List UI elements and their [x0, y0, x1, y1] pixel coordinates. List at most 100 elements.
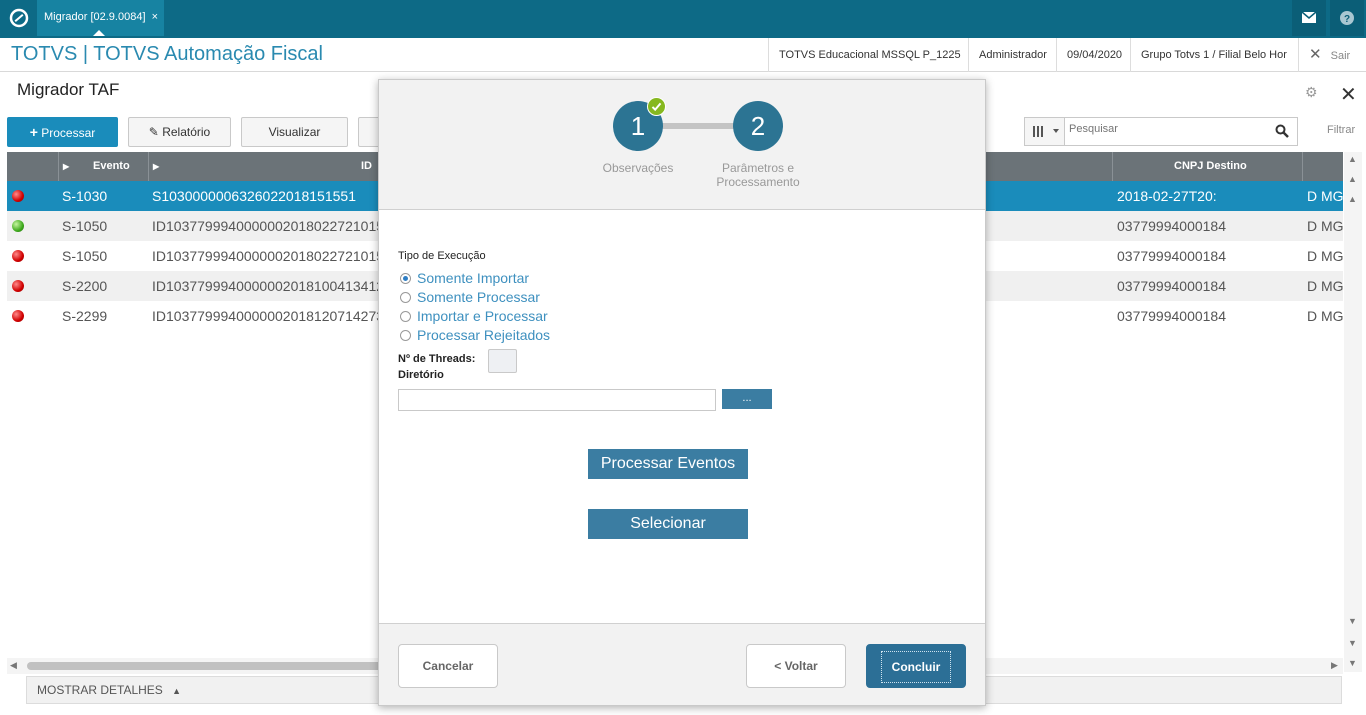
search-input[interactable]: [1069, 123, 1269, 135]
company-info: Grupo Totvs 1 / Filial Belo Hor: [1130, 38, 1297, 72]
search-icon[interactable]: [1275, 124, 1289, 138]
scroll-page-up-icon[interactable]: ▲: [1348, 174, 1357, 184]
svg-text:?: ?: [1344, 14, 1350, 25]
step-2-label-line2: Processamento: [716, 175, 800, 189]
status-red-icon: [12, 250, 24, 262]
app-header: TOTVS | TOTVS Automação Fiscal TOTVS Edu…: [0, 36, 1366, 72]
cell-evento: S-2299: [62, 308, 108, 324]
directory-input[interactable]: [398, 389, 716, 411]
top-tab-bar: Migrador [02.9.0084] × ?: [0, 0, 1366, 36]
status-red-icon: [12, 280, 24, 292]
relatorio-button[interactable]: ✎ Relatório: [128, 117, 231, 147]
column-header-evento[interactable]: ▶ Evento: [59, 152, 149, 181]
show-details-label: MOSTRAR DETALHES: [37, 683, 163, 697]
search-box: [1024, 117, 1298, 146]
help-button[interactable]: ?: [1330, 0, 1364, 36]
sort-arrow-icon: ▶: [63, 162, 70, 171]
cancel-button[interactable]: Cancelar: [398, 644, 498, 688]
totvs-logo-icon[interactable]: [8, 7, 30, 29]
check-icon: [647, 97, 666, 116]
column-label-evento: Evento: [93, 160, 130, 172]
app-title: TOTVS | TOTVS Automação Fiscal: [11, 43, 323, 65]
back-button[interactable]: < Voltar: [746, 644, 846, 688]
column-header-cnpj[interactable]: CNPJ Destino: [1113, 152, 1303, 181]
execution-type-label: Tipo de Execução: [398, 250, 486, 262]
scroll-bottom-icon[interactable]: ▼: [1348, 616, 1357, 626]
step-2-circle[interactable]: 2: [733, 101, 783, 151]
step-2-label: Parâmetros e Processamento: [698, 161, 818, 189]
cell-id: ID1037799940000002018120714273: [152, 308, 378, 324]
columns-icon: [1033, 126, 1059, 137]
threads-label: Nº de Threads:: [398, 353, 476, 365]
plus-icon: +: [29, 124, 38, 140]
finish-button[interactable]: Concluir: [866, 644, 966, 688]
exit-label: Sair: [1330, 50, 1351, 62]
status-red-icon: [12, 190, 24, 202]
threads-input[interactable]: [488, 349, 517, 373]
scroll-right-icon[interactable]: ▶: [1331, 660, 1338, 671]
tab-migrador[interactable]: Migrador [02.9.0084] ×: [37, 0, 164, 36]
column-selector-button[interactable]: [1025, 118, 1065, 145]
cell-id: ID1037799940000002018022721015: [152, 248, 378, 264]
exit-button[interactable]: ✕ Sair: [1298, 38, 1360, 72]
cell-extra: D MG: [1307, 248, 1344, 264]
column-label-cnpj: CNPJ Destino: [1174, 160, 1247, 172]
cell-id: S10300000063260220181515​51: [152, 188, 356, 204]
visualizar-label: Visualizar: [268, 125, 321, 139]
cell-extra: D MG: [1307, 188, 1344, 204]
processar-label: Processar: [41, 126, 96, 140]
scroll-down-icon[interactable]: ▼: [1348, 658, 1357, 668]
cell-extra: D MG: [1307, 218, 1344, 234]
scroll-up-icon[interactable]: ▲: [1348, 154, 1357, 164]
sort-arrow-icon: ▶: [153, 162, 160, 171]
help-icon: ?: [1340, 11, 1354, 25]
process-events-button[interactable]: Processar Eventos: [588, 449, 748, 479]
user-info: Administrador: [968, 38, 1057, 72]
tab-close-icon[interactable]: ×: [152, 0, 158, 34]
cell-evento: S-1030: [62, 188, 108, 204]
radio-label: Somente Processar: [417, 289, 540, 305]
cell-cnpj: 03779994000184: [1117, 308, 1227, 324]
visualizar-button[interactable]: Visualizar: [241, 117, 348, 147]
cell-cnpj: 03779994000184: [1117, 278, 1227, 294]
cell-cnpj: 2018-02-27T20:: [1117, 188, 1217, 204]
cell-evento: S-1050: [62, 248, 108, 264]
status-green-icon: [12, 220, 24, 232]
mail-icon: [1301, 11, 1317, 23]
close-icon: ✕: [1309, 46, 1322, 63]
scroll-top-icon[interactable]: ▲: [1348, 194, 1357, 204]
cell-extra: D MG: [1307, 308, 1344, 324]
step-connector: [662, 123, 734, 129]
radio-label: Importar e Processar: [417, 308, 548, 324]
cell-id: ID1037799940000002018100413412: [152, 278, 378, 294]
pencil-icon: ✎: [148, 125, 159, 139]
column-label-id: ID: [361, 160, 372, 172]
vertical-scrollbar[interactable]: ▲ ▲ ▲ ▼ ▼ ▼: [1344, 152, 1362, 672]
cell-evento: S-2200: [62, 278, 108, 294]
browse-directory-button[interactable]: ...: [722, 389, 772, 409]
wizard-steps: 1 2 Observações Parâmetros e Processamen…: [379, 80, 985, 210]
relatorio-label: Relatório: [162, 125, 211, 139]
step-1-label: Observações: [602, 161, 674, 175]
scroll-thumb[interactable]: [27, 662, 387, 670]
mail-button[interactable]: [1292, 0, 1326, 36]
status-red-icon: [12, 310, 24, 322]
scroll-page-down-icon[interactable]: ▼: [1348, 638, 1357, 648]
radio-selected-icon: [400, 273, 411, 284]
close-page-icon[interactable]: ✕: [1340, 82, 1357, 107]
processar-button[interactable]: + Processar: [7, 117, 118, 147]
scroll-left-icon[interactable]: ◀: [10, 660, 17, 671]
radio-icon: [400, 292, 411, 303]
environment-info: TOTVS Educacional MSSQL P_1225: [768, 38, 971, 72]
directory-label: Diretório: [398, 369, 444, 381]
cell-evento: S-1050: [62, 218, 108, 234]
radio-icon: [400, 330, 411, 341]
cell-cnpj: 03779994000184: [1117, 218, 1227, 234]
select-button[interactable]: Selecionar: [588, 509, 748, 539]
status-column-header[interactable]: [7, 152, 59, 181]
filter-link[interactable]: Filtrar: [1327, 124, 1355, 136]
radio-label: Somente Importar: [417, 270, 530, 286]
settings-gear-icon[interactable]: ⚙: [1305, 84, 1321, 100]
wizard-dialog: 1 2 Observações Parâmetros e Processamen…: [378, 79, 986, 706]
radio-icon: [400, 311, 411, 322]
